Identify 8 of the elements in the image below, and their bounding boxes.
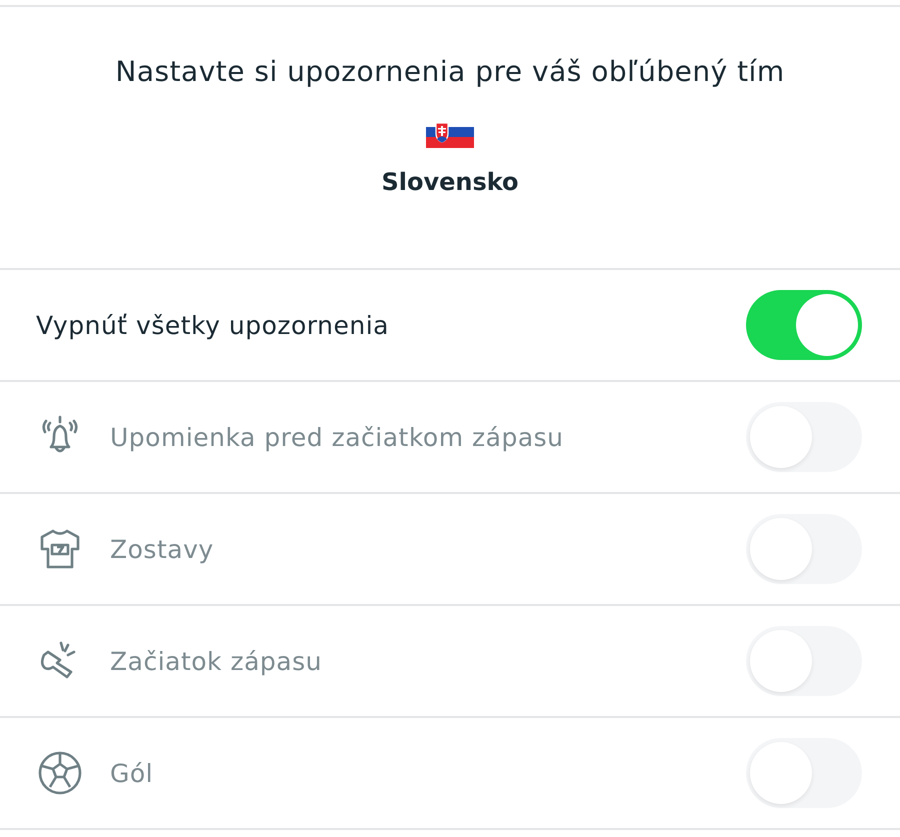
- header-title: Nastavte si upozornenia pre váš obľúbený tím: [115, 55, 785, 88]
- setting-label: Zostavy: [110, 534, 215, 564]
- setting-label: Začiatok zápasu: [110, 646, 323, 676]
- team-name: Slovensko: [381, 168, 519, 196]
- setting-label: Vypnúť všetky upozornenia: [36, 310, 390, 340]
- setting-label: Gól: [110, 758, 154, 788]
- setting-label: Upomienka pred začiatkom zápasu: [110, 422, 565, 452]
- ball-icon: [36, 749, 84, 797]
